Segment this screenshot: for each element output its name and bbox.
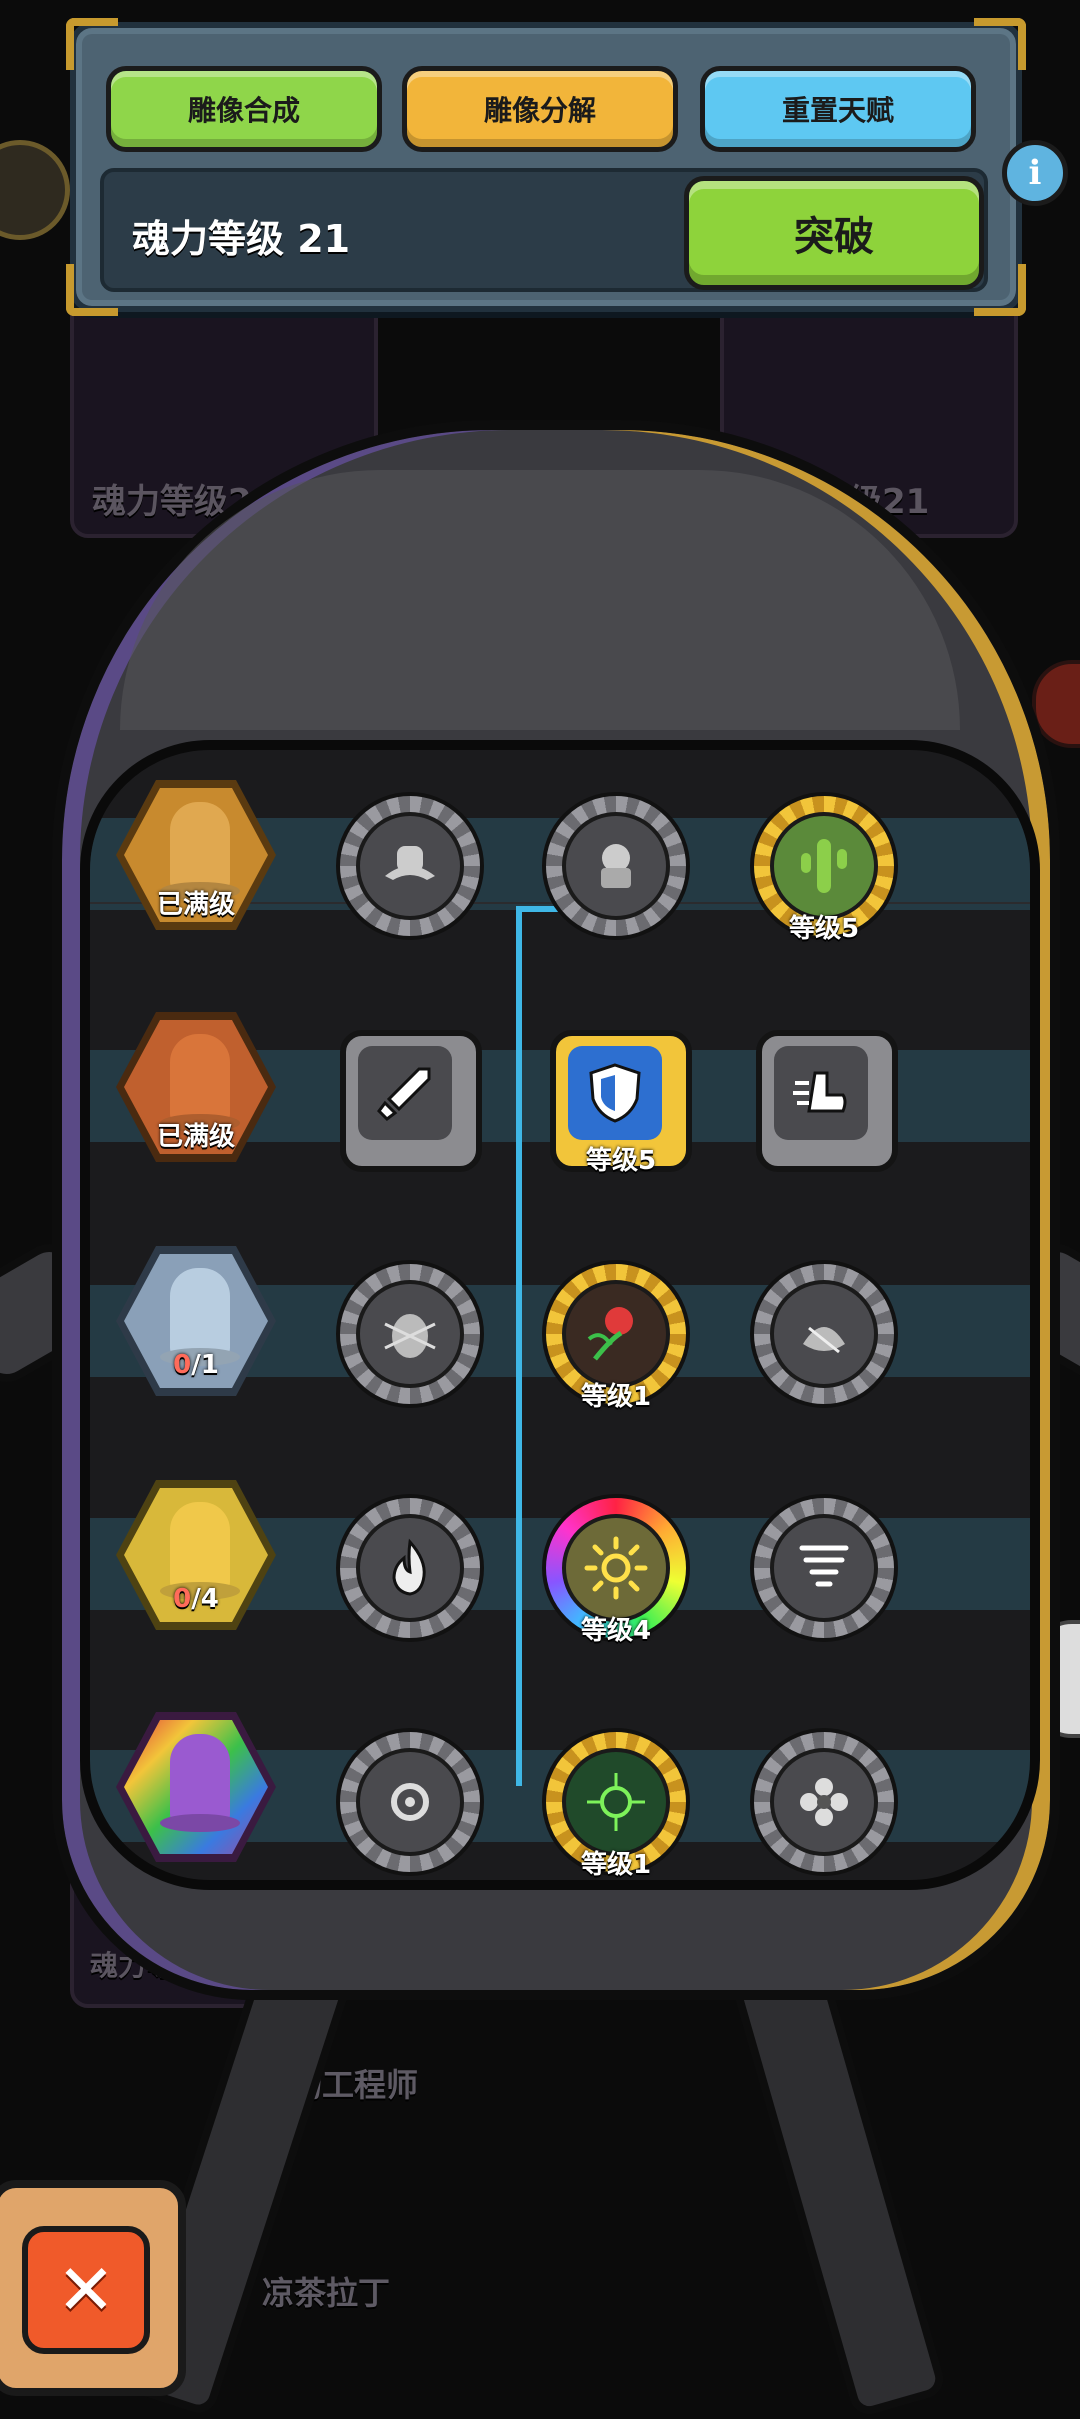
node-level-label: 等级4 [580,1616,652,1646]
statue-compose-button[interactable]: 雕像合成 [106,66,382,152]
talent-node-r2c2[interactable]: 等级5 [550,1030,692,1176]
badge-label: 已满级 [156,1122,235,1152]
talent-node-r3c2[interactable]: 等级1 [542,1260,690,1412]
statue-icon [170,1268,230,1358]
talent-node-r4c1[interactable] [336,1494,484,1642]
info-icon[interactable]: i [1002,140,1068,206]
soul-level-text: 魂力等级 21 [132,217,351,261]
talent-tree-panel: 已满级 等级5 已满级 等级5 0/1 等级1 0/4 等级4 等级1 [80,740,1040,1890]
panel-corner [66,18,118,70]
badge-label: 已满级 [156,890,235,920]
beetle-icon [356,1280,464,1388]
badge-progress: 0/4 [173,1584,219,1614]
bg-left-badge [0,140,70,240]
talent-node-r1c1[interactable] [336,792,484,940]
node-level-label: 等级5 [788,914,860,944]
bug-icon [770,1280,878,1388]
speed-boot-icon [774,1046,868,1140]
statue-decompose-button[interactable]: 雕像分解 [402,66,678,152]
flower-icon [770,1748,878,1856]
virus-icon [562,1748,670,1856]
sword-icon [358,1046,452,1140]
statue-icon [170,1034,230,1124]
connector-line [516,906,522,1786]
talent-node-r3c1[interactable] [336,1260,484,1408]
sun-icon [562,1514,670,1622]
talent-node-r4c3[interactable] [750,1494,898,1642]
talent-node-r1c3[interactable]: 等级5 [750,792,898,944]
panel-corner [974,18,1026,70]
rose-icon [562,1280,670,1388]
shield-icon [568,1046,662,1140]
badge-progress: 0/1 [173,1350,219,1380]
statue-icon [170,1734,230,1824]
hat-icon [356,812,464,920]
bg-list-item: 凉茶拉丁 [262,2274,391,2312]
talent-node-r2c3[interactable] [756,1030,898,1172]
breakthrough-button[interactable]: 突破 [684,176,984,290]
statue-icon [170,802,230,892]
talent-node-r1c2[interactable] [542,792,690,940]
close-icon[interactable]: ✕ [22,2226,150,2354]
node-level-label: 等级1 [580,1850,652,1880]
node-level-label: 等级1 [580,1382,652,1412]
close-frame: ✕ [0,2180,186,2396]
talent-node-r2c1[interactable] [340,1030,482,1172]
chef-icon [562,812,670,920]
tornado-icon [770,1514,878,1622]
reset-talent-button[interactable]: 重置天赋 [700,66,976,152]
capsule-dome [120,470,960,730]
top-panel: 雕像合成 雕像分解 重置天赋 i 魂力等级 21 突破 [66,18,1068,316]
talent-node-r5c2[interactable]: 等级1 [542,1728,690,1880]
fire-icon [356,1514,464,1622]
statue-icon [170,1502,230,1592]
cactus-icon [770,812,878,920]
talent-node-r5c1[interactable] [336,1728,484,1876]
gear-icon [356,1748,464,1856]
talent-node-r4c2[interactable]: 等级4 [542,1494,690,1646]
talent-node-r5c3[interactable] [750,1728,898,1876]
talent-node-r3c3[interactable] [750,1260,898,1408]
node-level-label: 等级5 [585,1146,657,1176]
